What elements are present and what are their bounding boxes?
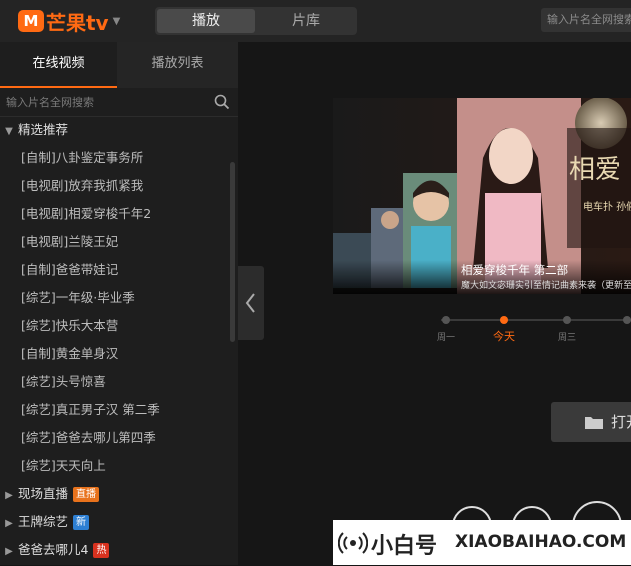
caret-right-icon: ▶	[5, 546, 13, 557]
broadcast-icon	[338, 532, 368, 554]
sidebar: 在线视频 播放列表 输入片名全网搜索 ▼ 精选推荐 [自制]八卦鉴定事务所 [电视…	[0, 42, 238, 565]
sidebar-search[interactable]: 输入片名全网搜索	[0, 88, 238, 117]
list-item[interactable]: [综艺]爸爸去哪儿第四季	[21, 424, 156, 452]
tab-playlist[interactable]: 播放列表	[117, 42, 238, 88]
top-tab-switch: 播放 片库	[155, 7, 357, 35]
schedule-timeline: 周一 今天 周三	[333, 312, 631, 343]
tab-library[interactable]: 片库	[257, 9, 355, 33]
top-bar: M 芒果tv ▼ 播放 片库 输入片名全网搜索	[0, 0, 631, 42]
watermark-en: XIAOBAIHAO.COM	[455, 532, 627, 552]
timeline-label-active: 今天	[493, 330, 515, 343]
group-label: 爸爸去哪儿4	[18, 542, 89, 557]
list-item[interactable]: [综艺]一年级·毕业季	[21, 284, 135, 312]
sidebar-tabs: 在线视频 播放列表	[0, 42, 238, 88]
poster-side-text: 电车扑 孙俪龙门	[583, 200, 631, 213]
chevron-left-icon	[245, 293, 255, 313]
timeline-dot[interactable]	[442, 316, 450, 324]
watermark-banner: 小白号 XIAOBAIHAO.COM	[333, 520, 631, 565]
timeline-dot[interactable]	[623, 316, 631, 324]
group-variety[interactable]: ▶ 王牌综艺新	[0, 508, 90, 536]
logo-text: 芒果tv	[46, 10, 109, 35]
featured-banner[interactable]: 相爱 电车扑 孙俪龙门 相爱穿梭千年 第二部 魔大如文宓珊实引至情记曲素来袭（更…	[333, 98, 631, 294]
search-icon[interactable]	[214, 94, 230, 114]
open-button-label: 打开	[611, 413, 631, 431]
group-label: 王牌综艺	[18, 514, 69, 529]
list-item[interactable]: [综艺]真正男子汉 第二季	[21, 396, 160, 424]
chevron-down-icon[interactable]: ▼	[113, 16, 121, 27]
timeline-dot-active[interactable]	[500, 316, 508, 324]
list-item[interactable]: [电视剧]相爱穿梭千年2	[21, 200, 151, 228]
logo-mark-icon: M	[18, 10, 44, 32]
list-item[interactable]: [综艺]天天向上	[21, 452, 106, 480]
group-label: 现场直播	[18, 486, 69, 501]
list-item[interactable]: [自制]八卦鉴定事务所	[21, 144, 143, 172]
sidebar-scrollbar[interactable]	[230, 162, 235, 342]
group-live[interactable]: ▶ 现场直播 直播	[0, 480, 100, 508]
group-featured[interactable]: ▼ 精选推荐	[0, 116, 68, 144]
list-item[interactable]: [自制]爸爸带娃记	[21, 256, 118, 284]
list-item[interactable]: [自制]黄金单身汉	[21, 340, 118, 368]
tab-online-video[interactable]: 在线视频	[0, 42, 117, 88]
top-search-input[interactable]: 输入片名全网搜索	[541, 8, 631, 32]
open-file-button[interactable]: 打开	[551, 402, 631, 442]
new-badge: 新	[73, 515, 90, 530]
timeline-dot[interactable]	[563, 316, 571, 324]
banner-title: 相爱穿梭千年 第二部	[461, 263, 569, 277]
list-item[interactable]: [综艺]头号惊喜	[21, 368, 106, 396]
app-logo[interactable]: M 芒果tv ▼	[18, 8, 121, 35]
list-item[interactable]: [电视剧]放弃我抓紧我	[21, 172, 143, 200]
poster-title-text: 相爱	[569, 155, 621, 185]
sidebar-search-input[interactable]: 输入片名全网搜索	[6, 94, 94, 110]
collapse-sidebar-button[interactable]	[238, 266, 264, 340]
banner-subtitle: 魔大如文宓珊实引至情记曲素来袭（更新至	[461, 281, 631, 291]
caret-right-icon: ▶	[5, 518, 13, 529]
hot-badge: 热	[93, 543, 110, 558]
tab-play[interactable]: 播放	[157, 9, 255, 33]
timeline-track	[441, 319, 631, 321]
list-item[interactable]: [电视剧]兰陵王妃	[21, 228, 118, 256]
group-dad[interactable]: ▶ 爸爸去哪儿4 热	[0, 536, 110, 564]
live-badge: 直播	[73, 487, 100, 502]
caret-right-icon: ▶	[5, 490, 13, 501]
caret-down-icon: ▼	[5, 126, 13, 137]
timeline-label: 周一	[437, 333, 456, 343]
watermark-cn: 小白号	[371, 534, 438, 559]
group-label: 精选推荐	[18, 122, 69, 137]
timeline-label: 周三	[558, 333, 577, 343]
folder-icon	[585, 417, 603, 429]
list-item[interactable]: [综艺]快乐大本营	[21, 312, 118, 340]
